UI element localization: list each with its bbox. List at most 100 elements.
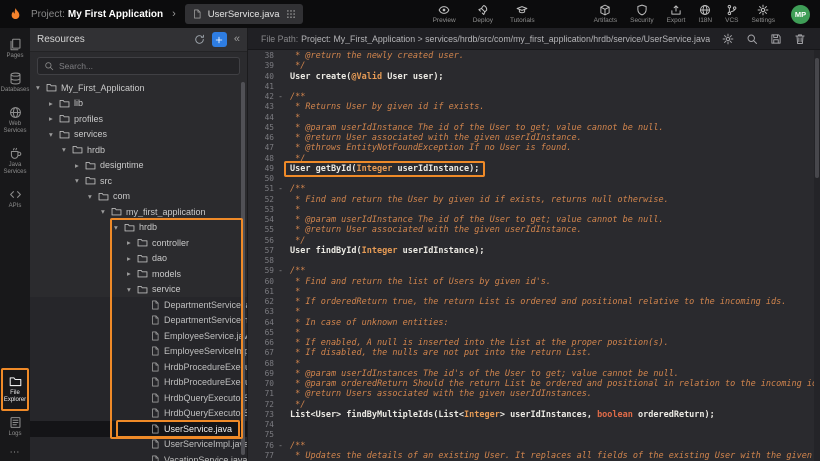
fold-marker-icon[interactable]: -	[274, 184, 287, 194]
code-line-52[interactable]: 52 * Find and return the User by given i…	[248, 195, 820, 205]
code-line-73[interactable]: 73List<User> findByMultipleIds(List<Inte…	[248, 410, 820, 420]
tree-file-vacationservice-java[interactable]: VacationService.java	[30, 452, 247, 461]
search-box[interactable]	[37, 57, 240, 75]
chevron-down-icon[interactable]: ▾	[62, 145, 72, 154]
code-line-51[interactable]: 51-/**	[248, 184, 820, 194]
grid-icon[interactable]	[286, 9, 296, 19]
sidebar-more-button[interactable]: ⋯	[0, 444, 30, 458]
chevron-right-icon[interactable]: ▸	[49, 114, 59, 123]
tree-folder-hrdb[interactable]: ▾hrdb	[30, 220, 247, 236]
chevron-down-icon[interactable]: ▾	[36, 83, 46, 92]
code-area[interactable]: 38 * @return the newly created user.39 *…	[248, 50, 820, 461]
code-line-38[interactable]: 38 * @return the newly created user.	[248, 51, 820, 61]
code-line-55[interactable]: 55 * @return User associated with the gi…	[248, 225, 820, 235]
code-line-44[interactable]: 44 *	[248, 113, 820, 123]
code-line-74[interactable]: 74	[248, 420, 820, 430]
chevron-down-icon[interactable]: ▾	[75, 176, 85, 185]
add-resource-button[interactable]	[212, 32, 227, 47]
code-line-76[interactable]: 76-/**	[248, 441, 820, 451]
code-line-62[interactable]: 62 * If orderedReturn true, the return L…	[248, 297, 820, 307]
code-line-40[interactable]: 40User create(@Valid User user);	[248, 72, 820, 82]
chevron-down-icon[interactable]: ▾	[127, 285, 137, 294]
resources-scrollbar[interactable]	[241, 82, 245, 455]
code-line-69[interactable]: 69 * @param userIdInstances The id's of …	[248, 369, 820, 379]
code-line-72[interactable]: 72 */	[248, 400, 820, 410]
tree-file-hrdbprocedureexecutorservice-java[interactable]: HrdbProcedureExecutorService.java	[30, 359, 247, 375]
topbar-button-preview[interactable]: Preview	[433, 4, 456, 24]
topbar-button-security[interactable]: Security	[630, 4, 653, 24]
code-line-41[interactable]: 41	[248, 82, 820, 92]
code-line-61[interactable]: 61 *	[248, 287, 820, 297]
fold-marker-icon[interactable]: -	[274, 266, 287, 276]
topbar-button-vcs[interactable]: VCS	[725, 4, 738, 24]
code-line-60[interactable]: 60 * Find and return the list of Users b…	[248, 277, 820, 287]
tree-folder-src[interactable]: ▾src	[30, 173, 247, 189]
tree-file-employeeservice-java[interactable]: EmployeeService.java	[30, 328, 247, 344]
code-line-45[interactable]: 45 * @param userIdInstance The id of the…	[248, 123, 820, 133]
chevron-down-icon[interactable]: ▾	[88, 192, 98, 201]
chevron-down-icon[interactable]: ▾	[49, 130, 59, 139]
code-line-54[interactable]: 54 * @param userIdInstance The id of the…	[248, 215, 820, 225]
code-line-47[interactable]: 47 * @throws EntityNotFoundException If …	[248, 143, 820, 153]
code-line-57[interactable]: 57User findById(Integer userIdInstance);	[248, 246, 820, 256]
code-line-46[interactable]: 46 * @return User associated with the gi…	[248, 133, 820, 143]
chevron-right-icon[interactable]: ▸	[127, 238, 137, 247]
tree-file-departmentserviceimpl-java[interactable]: DepartmentServiceImpl.java	[30, 313, 247, 329]
code-line-68[interactable]: 68 *	[248, 359, 820, 369]
code-line-39[interactable]: 39 */	[248, 61, 820, 71]
sidebar-item-file-explorer[interactable]: File Explorer	[0, 369, 30, 410]
editor-search-icon[interactable]	[746, 33, 758, 45]
code-line-58[interactable]: 58	[248, 256, 820, 266]
tree-folder-controller[interactable]: ▸controller	[30, 235, 247, 251]
topbar-button-settings[interactable]: Settings	[752, 4, 776, 24]
tree-folder-models[interactable]: ▸models	[30, 266, 247, 282]
tree-folder-my-first-application[interactable]: ▾My_First_Application	[30, 80, 247, 96]
code-line-63[interactable]: 63 *	[248, 307, 820, 317]
chevron-right-icon[interactable]: ▸	[127, 254, 137, 263]
topbar-button-artifacts[interactable]: Artifacts	[594, 4, 617, 24]
sidebar-item-databases[interactable]: Databases	[0, 66, 30, 100]
search-input[interactable]	[59, 61, 233, 71]
collapse-panel-icon[interactable]: «	[234, 34, 240, 45]
chevron-right-icon[interactable]: ▸	[127, 269, 137, 278]
code-line-50[interactable]: 50	[248, 174, 820, 184]
refresh-icon[interactable]	[194, 34, 205, 45]
code-line-75[interactable]: 75	[248, 430, 820, 440]
sidebar-item-web-services[interactable]: Web Services	[0, 100, 30, 141]
code-line-67[interactable]: 67 * If disabled, the nulls are not put …	[248, 348, 820, 358]
tree-folder-com[interactable]: ▾com	[30, 189, 247, 205]
tree-folder-dao[interactable]: ▸dao	[30, 251, 247, 267]
code-line-65[interactable]: 65 *	[248, 328, 820, 338]
sidebar-item-logs[interactable]: Logs	[0, 410, 30, 444]
code-line-56[interactable]: 56 */	[248, 236, 820, 246]
wavemaker-logo-flame-icon[interactable]	[8, 7, 23, 22]
topbar-button-tutorials[interactable]: Tutorials	[510, 4, 535, 24]
tree-file-employeeserviceimpl-java[interactable]: EmployeeServiceImpl.java	[30, 344, 247, 360]
tab-userservice-java[interactable]: UserService.java	[185, 4, 303, 24]
project-name-label[interactable]: My First Application	[68, 9, 163, 20]
topbar-button-export[interactable]: Export	[667, 4, 686, 24]
chevron-right-icon[interactable]: ›	[172, 8, 176, 20]
code-line-59[interactable]: 59-/**	[248, 266, 820, 276]
tree-file-userservice-java[interactable]: UserService.java	[30, 421, 247, 437]
chevron-down-icon[interactable]: ▾	[101, 207, 111, 216]
editor-save-icon[interactable]	[770, 33, 782, 45]
code-line-64[interactable]: 64 * In case of unknown entities:	[248, 318, 820, 328]
topbar-button-deploy[interactable]: Deploy	[473, 4, 493, 24]
code-line-49[interactable]: 49User getById(Integer userIdInstance);	[248, 164, 820, 174]
editor-settings-gear-icon[interactable]	[722, 33, 734, 45]
code-line-77[interactable]: 77 * Updates the details of an existing …	[248, 451, 820, 461]
user-avatar[interactable]: MP	[791, 5, 810, 24]
code-line-53[interactable]: 53 *	[248, 205, 820, 215]
code-line-70[interactable]: 70 * @param orderedReturn Should the ret…	[248, 379, 820, 389]
code-line-48[interactable]: 48 */	[248, 154, 820, 164]
tree-file-userserviceimpl-java[interactable]: UserServiceImpl.java	[30, 437, 247, 453]
sidebar-item-pages[interactable]: Pages	[0, 32, 30, 66]
editor-delete-trash-icon[interactable]	[794, 33, 806, 45]
chevron-right-icon[interactable]: ▸	[49, 99, 59, 108]
fold-marker-icon[interactable]: -	[274, 441, 287, 451]
fold-marker-icon[interactable]: -	[274, 92, 287, 102]
chevron-down-icon[interactable]: ▾	[114, 223, 124, 232]
editor-scrollbar[interactable]	[814, 50, 820, 461]
chevron-right-icon[interactable]: ▸	[75, 161, 85, 170]
